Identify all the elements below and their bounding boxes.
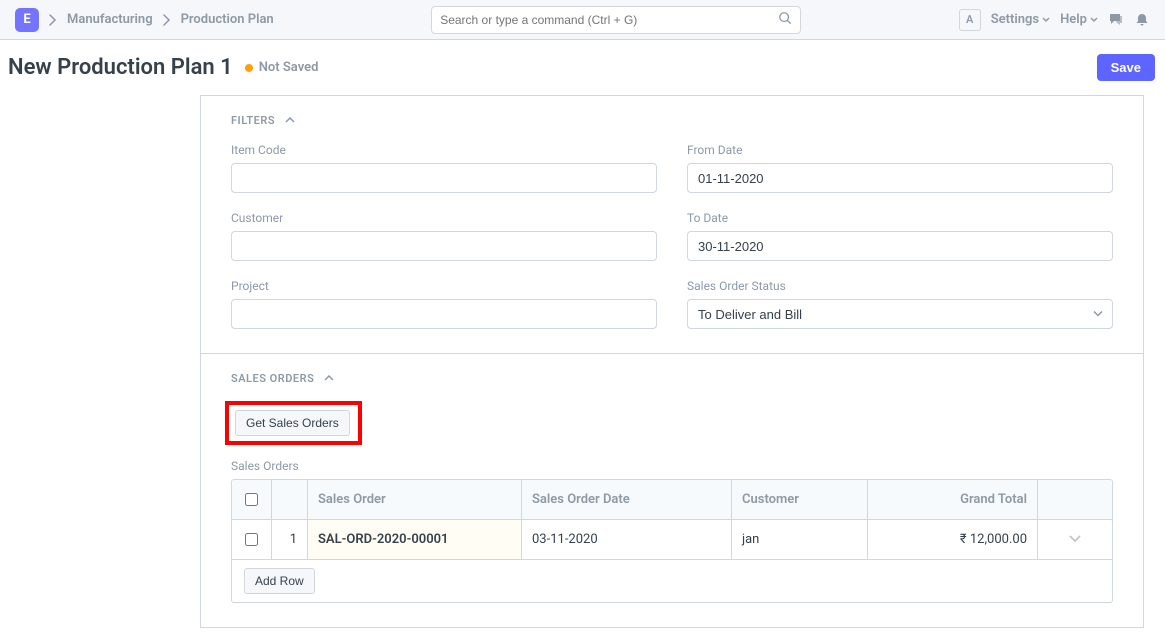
breadcrumb-manufacturing[interactable]: Manufacturing — [67, 12, 153, 27]
header-index — [272, 480, 308, 519]
breadcrumb-production-plan[interactable]: Production Plan — [181, 12, 274, 27]
row-expand[interactable] — [1038, 520, 1112, 559]
label-project: Project — [231, 279, 657, 293]
label-to-date: To Date — [687, 211, 1113, 225]
input-to-date[interactable] — [687, 231, 1113, 261]
row-grand-total[interactable]: ₹ 12,000.00 — [868, 520, 1038, 559]
field-to-date: To Date — [687, 211, 1113, 261]
row-index: 1 — [272, 520, 308, 559]
input-customer[interactable] — [231, 231, 657, 261]
header-actions — [1038, 480, 1112, 519]
chevron-right-icon — [163, 14, 171, 26]
table-footer: Add Row — [232, 560, 1112, 602]
chevron-up-icon — [285, 114, 295, 127]
bell-icon[interactable] — [1134, 12, 1150, 28]
table-header-row: Sales Order Sales Order Date Customer Gr… — [232, 480, 1112, 520]
chevron-up-icon — [324, 372, 334, 385]
global-search[interactable] — [431, 6, 801, 34]
field-item-code: Item Code — [231, 143, 657, 193]
label-from-date: From Date — [687, 143, 1113, 157]
navbar: E Manufacturing Production Plan A Settin… — [0, 0, 1165, 40]
page-head: New Production Plan 1 Not Saved Save — [0, 40, 1165, 95]
app-logo[interactable]: E — [15, 8, 39, 32]
input-project[interactable] — [231, 299, 657, 329]
status-text: Not Saved — [259, 60, 319, 75]
field-so-status: Sales Order Status — [687, 279, 1113, 329]
settings-menu[interactable]: Settings — [991, 12, 1050, 27]
chevron-right-icon — [49, 14, 57, 26]
section-filters-heading: FILTERS — [231, 114, 275, 127]
section-sales-orders-heading: SALES ORDERS — [231, 372, 314, 385]
row-checkbox-cell — [232, 520, 272, 559]
label-item-code: Item Code — [231, 143, 657, 157]
status-indicator-dot — [245, 64, 253, 72]
select-all-checkbox[interactable] — [245, 493, 258, 506]
save-button[interactable]: Save — [1097, 54, 1155, 81]
caret-down-icon — [1042, 12, 1050, 27]
search-icon — [778, 11, 792, 29]
search-input[interactable] — [440, 13, 778, 27]
sales-orders-table: Sales Order Sales Order Date Customer Gr… — [231, 479, 1113, 603]
header-checkbox-cell — [232, 480, 272, 519]
row-sales-order-date[interactable]: 03-11-2020 — [522, 520, 732, 559]
highlight-get-sales-orders: Get Sales Orders — [225, 401, 362, 445]
get-sales-orders-button[interactable]: Get Sales Orders — [235, 410, 350, 436]
help-menu[interactable]: Help — [1060, 12, 1098, 27]
input-item-code[interactable] — [231, 163, 657, 193]
section-filters-toggle[interactable]: FILTERS — [231, 114, 1113, 127]
comments-icon[interactable] — [1108, 12, 1124, 28]
select-so-status[interactable] — [687, 299, 1113, 329]
section-sales-orders: SALES ORDERS Get Sales Orders Sales Orde… — [201, 354, 1143, 627]
header-customer[interactable]: Customer — [732, 480, 868, 519]
row-checkbox[interactable] — [245, 533, 258, 546]
table-label-sales-orders: Sales Orders — [231, 459, 1113, 473]
label-so-status: Sales Order Status — [687, 279, 1113, 293]
add-row-button[interactable]: Add Row — [244, 568, 315, 594]
field-project: Project — [231, 279, 657, 329]
input-from-date[interactable] — [687, 163, 1113, 193]
page-title: New Production Plan 1 — [8, 55, 233, 80]
header-grand-total[interactable]: Grand Total — [868, 480, 1038, 519]
settings-label: Settings — [991, 12, 1039, 27]
help-label: Help — [1060, 12, 1087, 27]
user-avatar[interactable]: A — [959, 9, 981, 31]
row-sales-order[interactable]: SAL-ORD-2020-00001 — [308, 520, 522, 559]
header-sales-order-date[interactable]: Sales Order Date — [522, 480, 732, 519]
form-body: FILTERS Item Code Customer Project — [200, 95, 1144, 628]
section-filters: FILTERS Item Code Customer Project — [201, 96, 1143, 354]
navbar-tools: A Settings Help — [959, 9, 1150, 31]
caret-down-icon — [1069, 532, 1081, 547]
header-sales-order[interactable]: Sales Order — [308, 480, 522, 519]
row-customer[interactable]: jan — [732, 520, 868, 559]
table-row[interactable]: 1 SAL-ORD-2020-00001 03-11-2020 jan ₹ 12… — [232, 520, 1112, 560]
field-customer: Customer — [231, 211, 657, 261]
label-customer: Customer — [231, 211, 657, 225]
caret-down-icon — [1090, 12, 1098, 27]
section-sales-orders-toggle[interactable]: SALES ORDERS — [231, 372, 1113, 385]
field-from-date: From Date — [687, 143, 1113, 193]
